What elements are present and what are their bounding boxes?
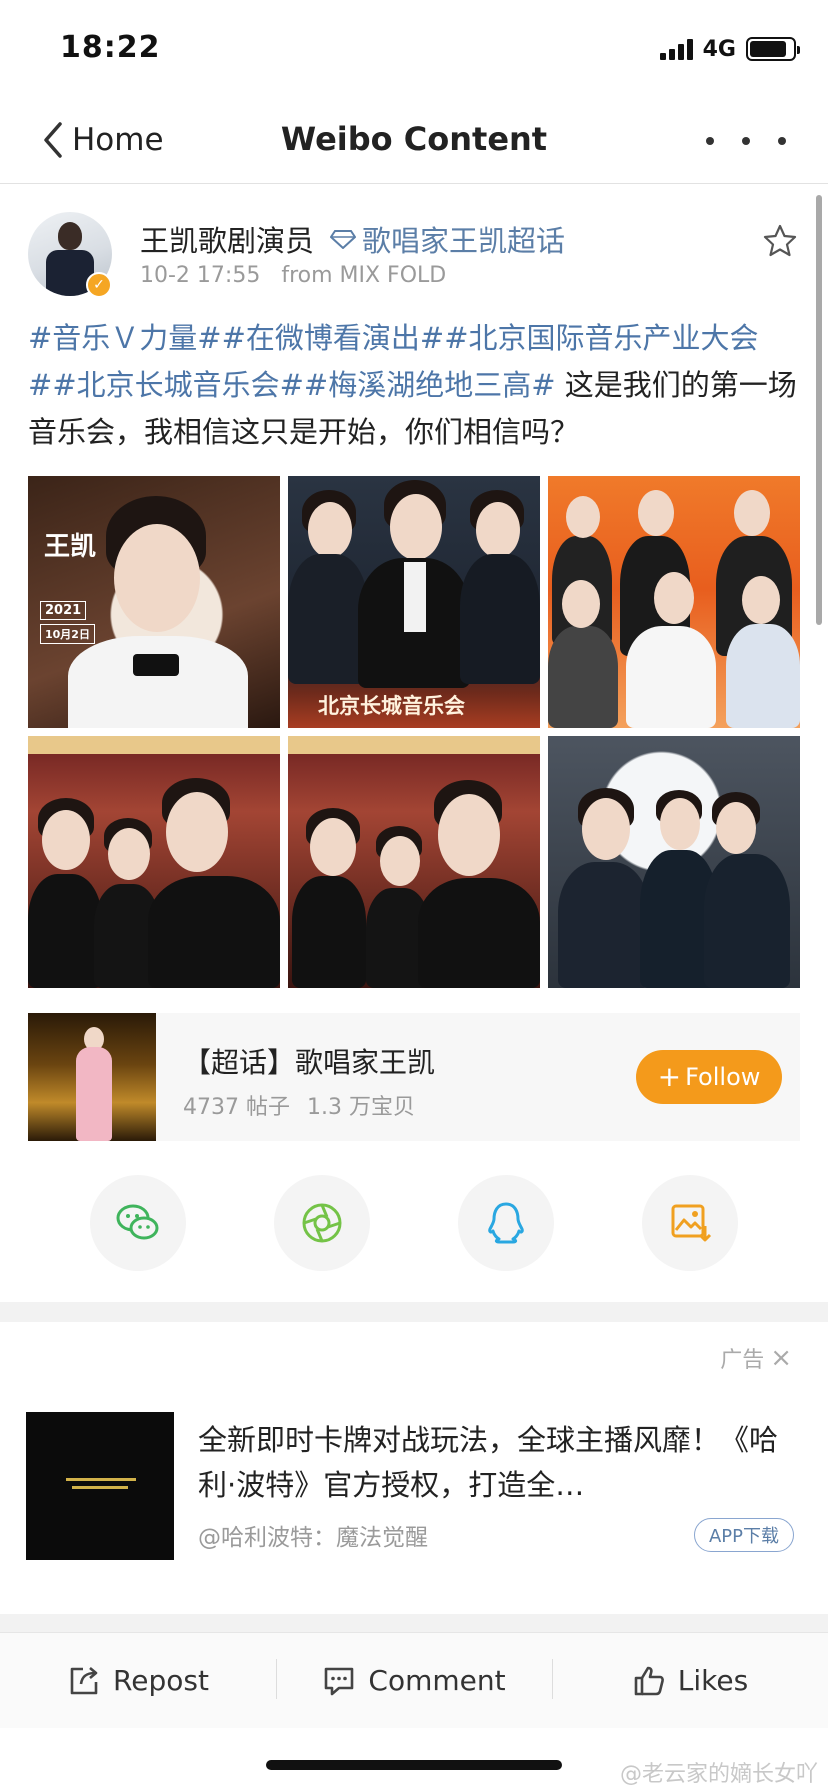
supertopic-title: 【超话】歌唱家王凯	[183, 1046, 436, 1079]
image-caption-date: 10月2日	[40, 624, 95, 644]
post-image-5[interactable]	[288, 736, 540, 988]
comment-label: Comment	[368, 1664, 506, 1697]
supertopic-tag[interactable]: 歌唱家王凯超话	[330, 218, 565, 260]
post-image-6[interactable]	[548, 736, 800, 988]
user-name[interactable]: 王凯歌剧演员	[140, 218, 314, 260]
hashtag-link[interactable]: #音乐Ｖ力量#	[28, 321, 222, 355]
signal-icon	[659, 38, 693, 60]
post-image-1[interactable]: 王凯 2021 10月2日	[28, 476, 280, 728]
image-caption-name: 王凯	[44, 532, 97, 562]
scrollbar[interactable]	[816, 195, 822, 625]
network-type: 4G	[702, 36, 736, 62]
ad-close-button[interactable]: 广告 ×	[720, 1342, 792, 1374]
share-qq-button[interactable]	[458, 1175, 554, 1271]
home-indicator[interactable]	[266, 1760, 562, 1770]
save-image-button[interactable]	[642, 1175, 738, 1271]
comment-button[interactable]: Comment	[276, 1633, 552, 1728]
verified-badge-icon: ✓	[86, 272, 112, 298]
save-image-icon	[671, 1204, 712, 1242]
post-image-3[interactable]	[548, 476, 800, 728]
supertopic-label: 歌唱家王凯超话	[362, 224, 566, 258]
more-options-icon[interactable]	[706, 126, 786, 156]
follow-label: Follow	[685, 1063, 761, 1091]
weibo-post: ✓ 王凯歌剧演员 歌唱家王凯超话 10-2 17:55 from MIX FOL…	[0, 185, 828, 1305]
post-text: #音乐Ｖ力量##在微博看演出##北京国际音乐产业大会##北京长城音乐会##梅溪湖…	[28, 315, 798, 456]
plus-icon: +	[657, 1060, 682, 1093]
battery-icon	[746, 37, 800, 61]
image-grid: 王凯 2021 10月2日 北京长城音乐会	[28, 476, 800, 988]
moments-icon	[302, 1203, 342, 1243]
app-download-button[interactable]: APP下载	[693, 1518, 794, 1552]
ad-title: 全新即时卡牌对战玩法，全球主播风靡！《哈利·波特》官方授权，打造全…	[198, 1423, 779, 1502]
share-wechat-button[interactable]	[90, 1175, 186, 1271]
supertopic-card[interactable]: 【超话】歌唱家王凯 4737 帖子 1.3 万宝贝 + Follow	[28, 1013, 800, 1141]
like-button[interactable]: Likes	[552, 1633, 828, 1728]
hashtag-link[interactable]: #北京长城音乐会#	[52, 368, 304, 402]
page-title: Weibo Content	[280, 120, 548, 158]
repost-label: Repost	[113, 1664, 209, 1697]
watermark: @老云家的嫡长女吖	[619, 1762, 818, 1787]
supertopic-thumbnail	[28, 1013, 156, 1141]
status-bar: 18:22 4G	[0, 0, 828, 96]
section-divider	[0, 1302, 828, 1322]
share-moments-button[interactable]	[274, 1175, 370, 1271]
post-source: from MIX FOLD	[281, 263, 447, 288]
bottom-action-bar: Repost Comment Likes	[0, 1632, 828, 1728]
status-time: 18:22	[60, 30, 161, 65]
supertopic-fans: 1.3 万宝贝	[306, 1095, 415, 1120]
comment-icon	[325, 1667, 354, 1695]
repost-icon	[70, 1666, 98, 1694]
section-divider	[0, 1614, 828, 1632]
diamond-icon	[330, 230, 356, 249]
post-image-4[interactable]	[28, 736, 280, 988]
ad-thumbnail	[26, 1412, 174, 1560]
post-meta: 10-2 17:55 from MIX FOLD	[140, 263, 446, 288]
nav-bar: Home Weibo Content	[0, 96, 828, 184]
favorite-star-icon[interactable]	[762, 223, 798, 259]
qq-icon	[488, 1202, 524, 1244]
hashtag-link[interactable]: #梅溪湖绝地三高#	[304, 368, 556, 402]
thumbs-up-icon	[634, 1666, 664, 1695]
status-indicators: 4G	[659, 34, 800, 64]
repost-button[interactable]: Repost	[0, 1633, 276, 1728]
close-icon: ×	[770, 1343, 792, 1373]
wechat-icon	[116, 1204, 159, 1240]
supertopic-stats: 4737 帖子 1.3 万宝贝	[183, 1089, 415, 1121]
ad-card[interactable]: 广告 × 全新即时卡牌对战玩法，全球主播风靡！《哈利·波特》官方授权，打造全… …	[0, 1322, 828, 1612]
battery-level	[750, 41, 786, 57]
hashtag-link[interactable]: #在微博看演出#	[222, 321, 445, 355]
likes-label: Likes	[677, 1664, 749, 1697]
share-row	[0, 1175, 828, 1275]
ad-label: 广告	[720, 1348, 765, 1373]
post-time: 10-2 17:55	[140, 263, 261, 288]
supertopic-posts: 4737 帖子	[183, 1095, 290, 1120]
image-caption-year: 2021	[40, 601, 87, 620]
post-image-2[interactable]: 北京长城音乐会	[288, 476, 540, 728]
ad-source: @哈利波特：魔法觉醒	[198, 1525, 428, 1551]
image-caption-concert: 北京长城音乐会	[318, 694, 465, 718]
follow-button[interactable]: + Follow	[636, 1050, 782, 1104]
